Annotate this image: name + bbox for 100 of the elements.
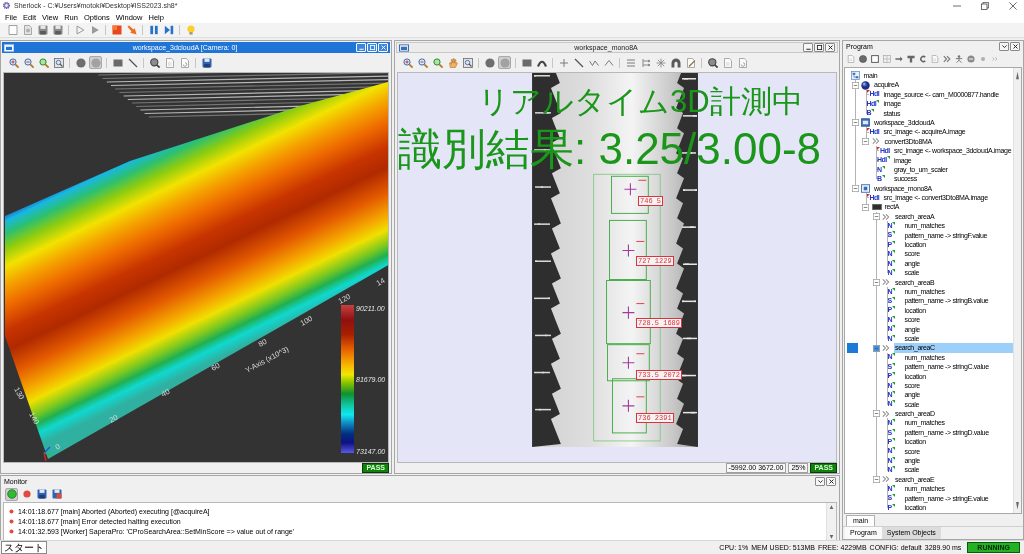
collapse-icon[interactable]: [872, 213, 880, 221]
triangle-icon: [886, 156, 890, 160]
triangle-icon: [891, 372, 895, 376]
angle-tick: [635, 353, 645, 355]
circle-button[interactable]: [857, 52, 869, 65]
triangle-icon: [866, 193, 870, 197]
angle-tick: [635, 396, 645, 398]
scrollbar[interactable]: [1013, 68, 1021, 513]
magnifier-button[interactable]: [148, 56, 161, 69]
triangle-icon: [891, 297, 895, 301]
screen-icon: [861, 118, 870, 128]
line-button[interactable]: [126, 56, 139, 69]
triangle-icon: [891, 306, 895, 310]
double-chevron-icon: [882, 278, 890, 287]
collapse-icon[interactable]: [851, 81, 859, 89]
collapse-icon[interactable]: [872, 410, 880, 418]
triangle-icon: [892, 447, 896, 451]
step-button[interactable]: [162, 23, 175, 37]
circle-button[interactable]: [483, 56, 496, 69]
zoom-in-icon: [402, 57, 413, 68]
step-icon: [163, 25, 174, 35]
zoom-box-icon: [462, 57, 473, 68]
magnifier-button[interactable]: [37, 56, 50, 69]
save-icon: [51, 489, 62, 499]
zoom-in-button[interactable]: [7, 56, 20, 69]
tee-icon: [907, 54, 915, 63]
sparkle-button[interactable]: [654, 56, 667, 69]
collapse-icon[interactable]: [851, 184, 859, 192]
page-button[interactable]: [736, 56, 749, 69]
hand-button[interactable]: [446, 56, 459, 69]
line-icon: [127, 57, 138, 68]
branch-button[interactable]: [639, 56, 652, 69]
close-button[interactable]: [1010, 42, 1020, 51]
collapse-button[interactable]: [999, 42, 1009, 51]
triangle-icon: [891, 362, 895, 366]
zoom-out-button[interactable]: [22, 56, 35, 69]
square-button[interactable]: [869, 52, 881, 65]
collapse-icon[interactable]: [851, 119, 859, 127]
maximize-icon: [815, 44, 823, 51]
triangle-icon: [892, 390, 896, 394]
double-chevron-icon: [882, 212, 890, 221]
minus-circle-button[interactable]: [965, 52, 977, 65]
magnifier-icon: [432, 57, 443, 68]
crescent-icon: [919, 54, 927, 63]
restore-icon[interactable]: [981, 1, 989, 10]
circle-button[interactable]: [74, 56, 87, 69]
flowchart-icon: [850, 71, 860, 81]
circle-button[interactable]: [5, 487, 18, 501]
zoom-out-button[interactable]: [416, 56, 429, 69]
lightbulb-button[interactable]: [184, 23, 197, 37]
arch-button[interactable]: [669, 56, 682, 69]
dot-button[interactable]: [20, 487, 33, 501]
scrollbar[interactable]: [826, 503, 836, 541]
play-button[interactable]: [73, 23, 86, 37]
close-button[interactable]: [826, 477, 836, 486]
pause-icon: [148, 25, 159, 35]
sparkle-icon: [655, 57, 666, 68]
save-button[interactable]: [36, 23, 49, 37]
collapse-icon[interactable]: [862, 203, 869, 211]
triangle-icon: [877, 146, 880, 150]
new-file-button[interactable]: [6, 23, 19, 37]
save-button[interactable]: [51, 23, 64, 37]
plus-icon: [558, 57, 569, 68]
magnifier-button[interactable]: [431, 56, 444, 69]
pause-button[interactable]: [147, 23, 160, 37]
save-button[interactable]: [35, 487, 48, 501]
figure-button[interactable]: [953, 52, 965, 65]
zoom-in-button[interactable]: [401, 56, 414, 69]
zoom-out-icon: [417, 57, 428, 68]
triangle-icon: [892, 250, 896, 254]
collapse-icon[interactable]: [872, 476, 880, 483]
zoom-box-icon: [53, 57, 64, 68]
triangle-icon: [892, 484, 896, 488]
magnifier-button[interactable]: [706, 56, 719, 69]
arrow-button[interactable]: [125, 23, 138, 37]
crescent-button[interactable]: [917, 52, 929, 65]
page-button[interactable]: [178, 56, 191, 69]
crosshair-marker: [621, 306, 635, 320]
triangle-icon: [892, 456, 896, 460]
zoom-box-button[interactable]: [461, 56, 474, 69]
save-button[interactable]: [200, 56, 213, 69]
double-chevron-icon: [943, 54, 951, 63]
line-button[interactable]: [572, 56, 585, 69]
save-button[interactable]: [50, 487, 63, 501]
close-icon[interactable]: [1009, 1, 1017, 10]
triangle-icon: [892, 268, 896, 272]
close-icon: [827, 478, 835, 485]
collapse-icon[interactable]: [872, 344, 880, 352]
triangle-icon: [892, 400, 896, 404]
edit-button[interactable]: [684, 56, 697, 69]
collapse-button[interactable]: [815, 477, 825, 486]
collapse-icon[interactable]: [872, 278, 880, 286]
triangle-icon: [891, 494, 895, 498]
angle-tick: [635, 303, 645, 305]
zoom-box-button[interactable]: [52, 56, 65, 69]
triangle-icon: [881, 165, 885, 169]
stop-button[interactable]: [110, 23, 123, 37]
triangle-icon: [892, 259, 896, 263]
collapse-icon[interactable]: [862, 137, 869, 145]
triangle-icon: [892, 419, 896, 423]
